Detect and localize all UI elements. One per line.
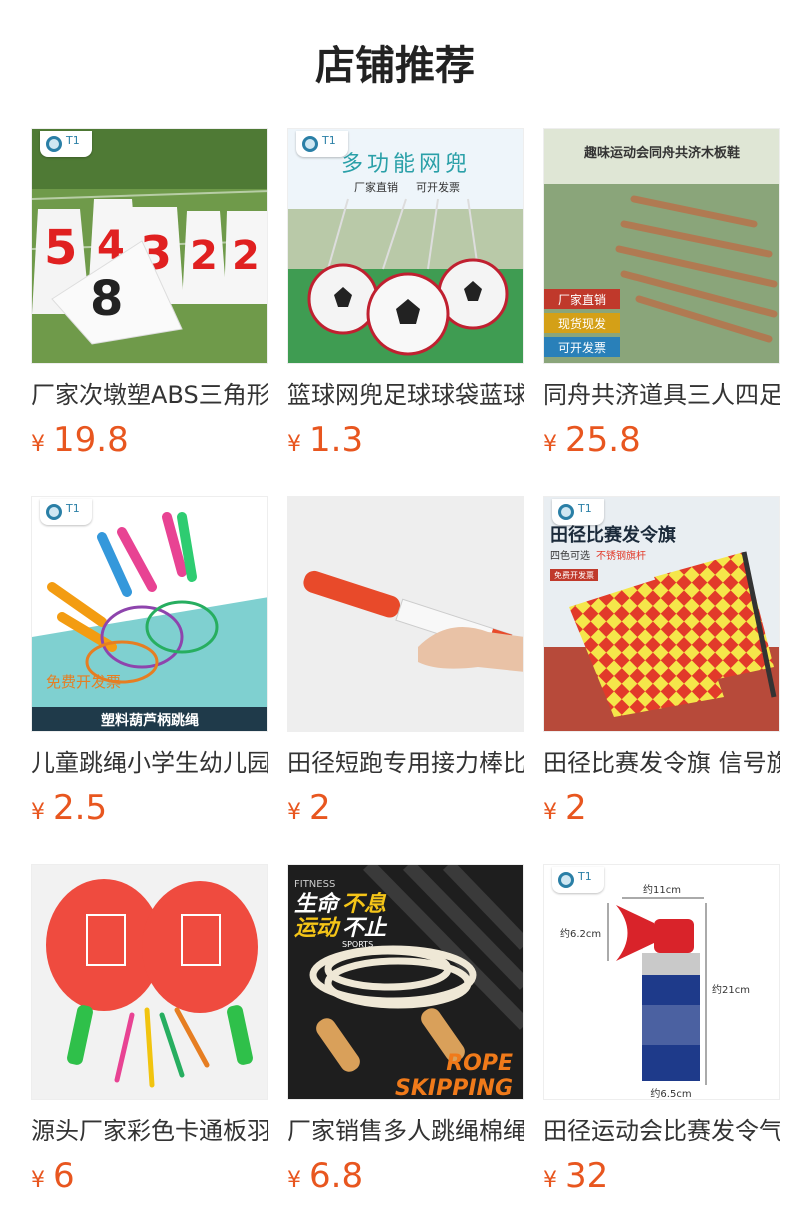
image-tag: 厂家直销 [558,292,606,307]
image-subtitle: 可开发票 [416,180,460,194]
product-name[interactable]: 儿童跳绳小学生幼儿园塑料葫芦柄 [31,746,268,780]
product-name[interactable]: 同舟共济道具三人四足木板鞋 [543,378,780,412]
product-name[interactable]: 田径运动会比赛发令气笛 [543,1114,780,1148]
dimension-label: 约6.2cm [560,927,601,940]
cone-number: 2 [190,233,218,279]
product-image-wood-shoes[interactable]: 趣味运动会同舟共济木板鞋 厂家直销 现货现发 可开发票 [543,128,780,364]
image-subtitle: 四色可选 [550,549,590,562]
product-image-ball-net[interactable]: 多功能网兜 厂家直销 可开发票 T1 [287,128,524,364]
product-name[interactable]: 厂家次墩塑ABS三角形号码桩标志桶 [31,378,268,412]
image-text: FITNESS [294,879,335,890]
product-name[interactable]: 田径短跑专用接力棒比赛 [287,746,524,780]
image-text: SKIPPING [395,1076,513,1100]
product-image-relay-baton[interactable] [287,496,524,732]
image-title: 多功能网兜 [341,152,471,177]
product-card[interactable]: 5 4 3 2 2 8 T1 厂家次墩塑ABS三角形号码桩标志桶 ¥19.8 [31,128,268,462]
product-card[interactable]: 源头厂家彩色卡通板羽球拍 ¥6 [31,864,268,1198]
product-name[interactable]: 田径比赛发令旗 信号旗 [543,746,780,780]
page-title: 店铺推荐 [315,43,475,89]
product-name[interactable]: 厂家销售多人跳绳棉绳 [287,1114,524,1148]
image-tag: 可开发票 [558,340,606,355]
cone-number: 5 [44,220,77,276]
dimension-label: 约21cm [712,983,750,996]
product-price: ¥32 [543,1156,609,1196]
image-text: 不息 [342,891,387,917]
image-tag: 免费开发票 [554,570,594,580]
image-subtitle: 不锈钢旗杆 [596,549,646,562]
dimension-label: 约11cm [643,883,681,896]
product-price: ¥6.8 [287,1156,364,1196]
product-price: ¥2 [543,788,587,828]
image-subtitle: 厂家直销 [354,180,398,194]
product-price: ¥19.8 [31,420,129,460]
product-image-paddles[interactable] [31,864,268,1100]
product-name[interactable]: 篮球网兜足球球袋蓝球网袋 [287,378,524,412]
product-price: ¥2 [287,788,331,828]
product-card[interactable]: 田径短跑专用接力棒比赛 ¥2 [287,496,524,830]
product-image-air-horn[interactable]: 约11cm 约6.2cm 约21cm 约6.5cm T1 [543,864,780,1100]
image-tag: 现货现发 [558,316,606,331]
product-card[interactable]: 趣味运动会同舟共济木板鞋 厂家直销 现货现发 可开发票 同舟共济道具三人四足木板… [543,128,780,462]
product-card[interactable]: 免费开发票 塑料葫芦柄跳绳 T1 儿童跳绳小学生幼儿园塑料葫芦柄 ¥2.5 [31,496,268,830]
product-price: ¥1.3 [287,420,364,460]
image-title: 趣味运动会同舟共济木板鞋 [583,145,740,161]
product-card[interactable]: 田径比赛发令旗 四色可选 不锈钢旗杆 免费开发票 T1 田径比赛发令旗 信号旗 … [543,496,780,830]
brand-logo-icon: T1 [40,131,92,157]
product-image-jump-ropes[interactable]: 免费开发票 塑料葫芦柄跳绳 T1 [31,496,268,732]
product-price: ¥25.8 [543,420,641,460]
image-title: 田径比赛发令旗 [550,524,676,546]
image-text: 生命 [294,891,342,917]
product-name[interactable]: 源头厂家彩色卡通板羽球拍 [31,1114,268,1148]
product-price: ¥2.5 [31,788,108,828]
product-card[interactable]: FITNESS 生命 不息 运动 不止 SPORTS ROPE SKIPPING… [287,864,524,1198]
cone-number: 8 [90,271,123,327]
product-image-cones[interactable]: 5 4 3 2 2 8 T1 [31,128,268,364]
product-image-signal-flags[interactable]: 田径比赛发令旗 四色可选 不锈钢旗杆 免费开发票 T1 [543,496,780,732]
product-card[interactable]: 约11cm 约6.2cm 约21cm 约6.5cm T1 田径运动会比赛发令气笛… [543,864,780,1198]
image-banner: 塑料葫芦柄跳绳 [101,712,199,729]
dimension-label: 约6.5cm [650,1087,691,1100]
brand-logo-icon: T1 [552,867,604,893]
brand-logo-icon: T1 [296,131,348,157]
product-image-group-rope[interactable]: FITNESS 生命 不息 运动 不止 SPORTS ROPE SKIPPING [287,864,524,1100]
product-price: ¥6 [31,1156,75,1196]
image-text: 不止 [342,916,388,941]
image-text: 运动 [294,916,341,941]
image-text: ROPE [446,1051,513,1076]
cone-number: 2 [232,233,260,279]
brand-logo-icon: T1 [552,499,604,525]
brand-logo-icon: T1 [40,499,92,525]
image-promo: 免费开发票 [46,673,121,691]
product-card[interactable]: 多功能网兜 厂家直销 可开发票 T1 篮球网兜足球球袋蓝球网袋 ¥1.3 [287,128,524,462]
